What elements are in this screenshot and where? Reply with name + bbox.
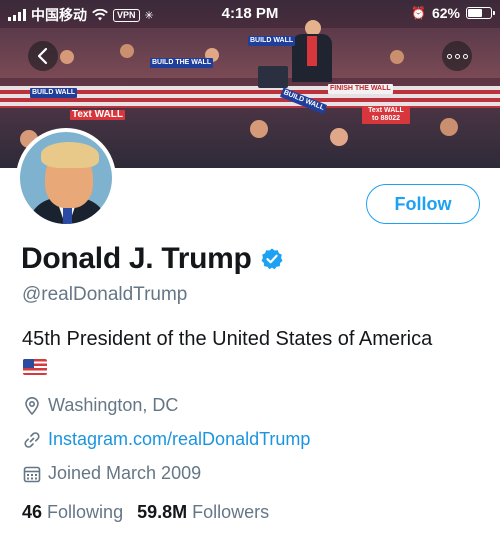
follow-button[interactable]: Follow [366,184,480,224]
battery-fill [468,9,482,17]
profile-website: Instagram.com/realDonaldTrump [22,429,310,450]
banner-sign: BUILD WALL [248,36,296,46]
us-flag-emoji [23,359,47,375]
location-text: Washington, DC [48,395,179,415]
joined-text: Joined March 2009 [48,463,202,483]
more-horizontal-icon [446,53,468,59]
avatar[interactable] [16,128,116,228]
profile-stats: 46 Following 59.8M Followers [22,502,269,523]
followers-stat[interactable]: 59.8M Followers [137,502,269,523]
location-pin-icon [25,396,39,415]
back-button[interactable] [28,41,58,71]
followers-count: 59.8M [137,502,188,522]
banner-sign: BUILD THE WALL [150,58,214,68]
battery-percent: 62% [431,5,460,21]
profile-bio: 45th President of the United States of A… [22,328,433,350]
calendar-icon [23,466,41,482]
battery-icon [466,7,495,19]
banner-sign: FINISH THE WALL [328,84,393,94]
more-button[interactable] [442,41,472,71]
link-icon [24,431,40,448]
profile-joined: Joined March 2009 [22,463,201,484]
chevron-left-icon [37,47,48,65]
banner-sign: Text WALL to 88022 [362,106,410,124]
verified-badge-icon [261,248,283,270]
profile-name: Donald J. Trump [21,242,252,275]
profile-name-row: Donald J. Trump [21,242,284,276]
alarm-icon: ⏰ [411,6,426,20]
following-count: 46 [22,502,43,522]
following-label: Following [47,502,124,522]
status-bar: 中国移动 VPN ✳ 4:18 PM ⏰ 62% [0,0,500,26]
following-stat[interactable]: 46 Following [22,502,123,523]
followers-label: Followers [192,502,270,522]
website-link[interactable]: Instagram.com/realDonaldTrump [48,429,310,450]
banner-sign: BUILD WALL [30,88,78,98]
banner-sign: Text WALL [70,109,125,120]
profile-handle: @realDonaldTrump [22,284,188,305]
profile-location: Washington, DC [22,395,178,416]
